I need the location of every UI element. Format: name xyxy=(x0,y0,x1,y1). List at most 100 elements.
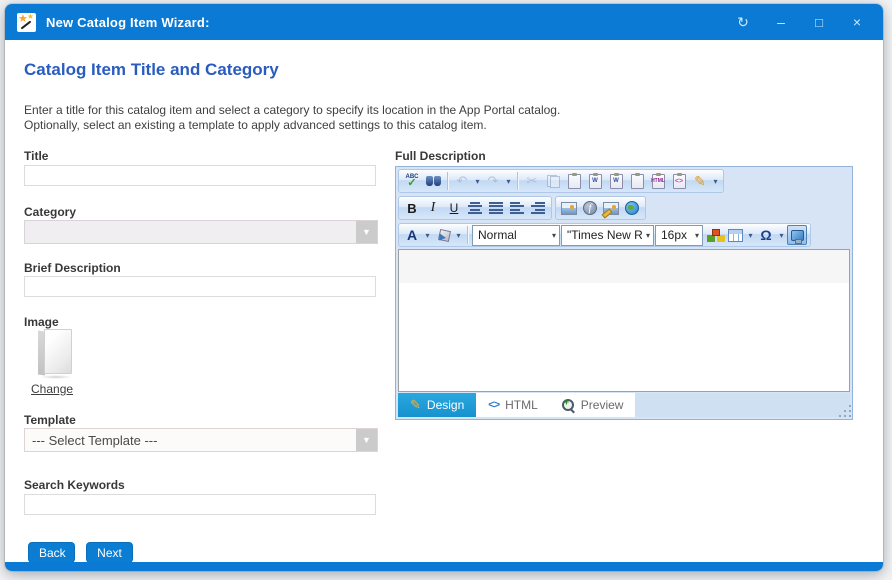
background-color-icon[interactable] xyxy=(433,225,453,245)
chevron-down-icon[interactable]: ▼ xyxy=(356,429,377,451)
toolbar-group-format: B I U xyxy=(398,196,552,220)
title-input[interactable] xyxy=(24,165,376,186)
image-map-editor-icon[interactable] xyxy=(601,198,621,218)
redo-icon[interactable]: ↷ xyxy=(483,171,503,191)
separator xyxy=(447,172,448,190)
paragraph-style-select[interactable]: Normal ▾ xyxy=(472,225,560,246)
editor-content-area[interactable] xyxy=(398,249,850,392)
page-description: Enter a title for this catalog item and … xyxy=(24,103,560,133)
insert-table-icon[interactable] xyxy=(725,225,745,245)
box-front xyxy=(44,329,72,374)
code-icon: <> xyxy=(488,399,499,411)
rich-text-editor: ABC ✓ ↶ ▾ ↷ ▾ ✂ W W HTML <> ✎ xyxy=(395,166,853,420)
maximize-button[interactable]: □ xyxy=(811,16,827,29)
editor-mode-tabs: ✎ Design <> HTML + Preview xyxy=(398,393,850,417)
title-label: Title xyxy=(24,149,48,163)
copy-icon[interactable] xyxy=(543,171,563,191)
align-justify-icon[interactable] xyxy=(486,198,506,218)
description-line-2: Optionally, select an existing a templat… xyxy=(24,118,560,133)
paste-from-word-icon[interactable]: W xyxy=(585,171,605,191)
background-color-dropdown-icon[interactable]: ▾ xyxy=(454,231,463,240)
full-description-label: Full Description xyxy=(395,149,486,163)
brief-description-label: Brief Description xyxy=(24,261,121,275)
wizard-app-icon: ★ ★ xyxy=(17,13,36,32)
brief-description-input[interactable] xyxy=(24,276,376,297)
window-bottom-strip xyxy=(5,562,883,571)
spellcheck-icon[interactable]: ABC ✓ xyxy=(402,171,422,191)
insert-symbol-icon[interactable]: Ω xyxy=(756,225,776,245)
bold-icon[interactable]: B xyxy=(402,198,422,218)
find-replace-icon[interactable] xyxy=(423,171,443,191)
format-stripper-icon[interactable]: ✎ xyxy=(690,171,710,191)
separator xyxy=(517,172,518,190)
tab-design[interactable]: ✎ Design xyxy=(398,393,476,417)
undo-icon[interactable]: ↶ xyxy=(452,171,472,191)
chevron-down-icon: ▾ xyxy=(695,231,699,240)
font-size-select[interactable]: 16px ▾ xyxy=(655,225,703,246)
flash-manager-icon[interactable]: f xyxy=(580,198,600,218)
search-keywords-label: Search Keywords xyxy=(24,478,125,492)
underline-icon[interactable]: U xyxy=(444,198,464,218)
toolbar-row-2: B I U f xyxy=(396,194,852,221)
tab-preview[interactable]: + Preview xyxy=(550,393,636,417)
next-button[interactable]: Next xyxy=(86,542,133,563)
title-bar: ★ ★ New Catalog Item Wizard: ↻ – □ × xyxy=(5,4,883,40)
italic-icon[interactable]: I xyxy=(423,198,443,218)
hyperlink-manager-icon[interactable] xyxy=(622,198,642,218)
category-dropdown[interactable]: ▼ xyxy=(24,220,378,244)
toolbar-group-clipboard: ABC ✓ ↶ ▾ ↷ ▾ ✂ W W HTML <> ✎ xyxy=(398,169,724,193)
insert-symbol-dropdown-icon[interactable]: ▾ xyxy=(777,231,786,240)
paste-as-html-icon[interactable]: HTML xyxy=(648,171,668,191)
template-value: --- Select Template --- xyxy=(25,433,356,448)
window-title: New Catalog Item Wizard: xyxy=(46,15,210,30)
template-label: Template xyxy=(24,413,76,427)
image-label: Image xyxy=(24,315,59,329)
template-dropdown[interactable]: --- Select Template --- ▼ xyxy=(24,428,378,452)
align-left-icon[interactable] xyxy=(507,198,527,218)
tab-html[interactable]: <> HTML xyxy=(476,393,550,417)
back-button[interactable]: Back xyxy=(28,542,75,563)
module-manager-icon[interactable] xyxy=(787,225,807,245)
foreground-color-dropdown-icon[interactable]: ▾ xyxy=(423,231,432,240)
change-image-link[interactable]: Change xyxy=(31,382,73,396)
chevron-down-icon: ▾ xyxy=(552,231,556,240)
refresh-icon[interactable]: ↻ xyxy=(735,15,751,29)
star-icon-small: ★ xyxy=(27,13,34,21)
separator xyxy=(467,226,468,244)
image-manager-icon[interactable] xyxy=(559,198,579,218)
redo-dropdown-icon[interactable]: ▾ xyxy=(504,177,513,186)
editor-content-top-band xyxy=(399,250,849,283)
insert-table-dropdown-icon[interactable]: ▾ xyxy=(746,231,755,240)
snippet-manager-icon[interactable] xyxy=(704,225,724,245)
paste-from-word-strip-font-icon[interactable]: W xyxy=(606,171,626,191)
window-controls: ↻ – □ × xyxy=(735,15,871,29)
undo-dropdown-icon[interactable]: ▾ xyxy=(473,177,482,186)
paste-icon[interactable] xyxy=(564,171,584,191)
toolbar-row-3: A ▾ ▾ Normal ▾ "Times New R... ▾ 16px ▾ xyxy=(396,221,852,248)
wizard-window: ★ ★ New Catalog Item Wizard: ↻ – □ × Cat… xyxy=(5,4,883,571)
pencil-icon: ✎ xyxy=(410,397,421,413)
chevron-down-icon: ▾ xyxy=(646,231,650,240)
toolbar-group-font: A ▾ ▾ Normal ▾ "Times New R... ▾ 16px ▾ xyxy=(398,223,811,247)
font-name-select[interactable]: "Times New R... ▾ xyxy=(561,225,654,246)
minimize-button[interactable]: – xyxy=(773,15,789,29)
toolbar-group-media: f xyxy=(555,196,646,220)
paste-plain-text-icon[interactable] xyxy=(627,171,647,191)
foreground-color-icon[interactable]: A xyxy=(402,225,422,245)
chevron-down-icon[interactable]: ▼ xyxy=(356,221,377,243)
resize-grip-icon[interactable] xyxy=(844,410,846,412)
search-keywords-input[interactable] xyxy=(24,494,376,515)
box-shadow xyxy=(40,375,72,379)
category-label: Category xyxy=(24,205,76,219)
catalog-item-image xyxy=(38,329,72,376)
align-right-icon[interactable] xyxy=(528,198,548,218)
magnifier-icon: + xyxy=(562,399,575,412)
page-title: Catalog Item Title and Category xyxy=(24,60,279,80)
toolbar-row-1: ABC ✓ ↶ ▾ ↷ ▾ ✂ W W HTML <> ✎ xyxy=(396,167,852,194)
format-stripper-dropdown-icon[interactable]: ▾ xyxy=(711,177,720,186)
description-line-1: Enter a title for this catalog item and … xyxy=(24,103,560,118)
cut-icon[interactable]: ✂ xyxy=(522,171,542,191)
paste-html-icon[interactable]: <> xyxy=(669,171,689,191)
close-button[interactable]: × xyxy=(849,15,865,29)
align-center-icon[interactable] xyxy=(465,198,485,218)
